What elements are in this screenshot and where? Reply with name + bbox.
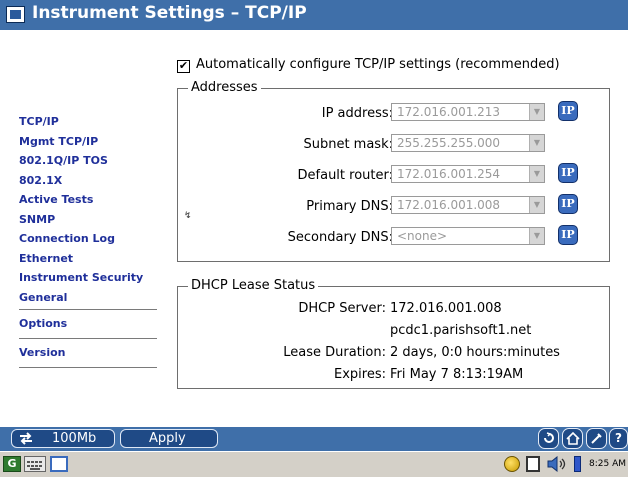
- sidebar-item-general[interactable]: General: [19, 288, 157, 308]
- ip-address-label: IP address:: [321, 106, 393, 121]
- chevron-down-icon[interactable]: ▼: [529, 228, 544, 244]
- sidebar-item-options[interactable]: Options: [19, 315, 157, 333]
- checkmark-icon: ✔: [178, 59, 189, 72]
- primary-dns-field[interactable]: 172.016.001.008 ▼: [391, 196, 545, 214]
- dhcp-server-row: DHCP Server: 172.016.001.008: [178, 301, 608, 321]
- dhcp-legend: DHCP Lease Status: [188, 278, 319, 293]
- primary-dns-label: Primary DNS:: [306, 199, 393, 214]
- primary-dns-ip-button[interactable]: IP: [558, 194, 578, 214]
- subnet-mask-label: Subnet mask:: [303, 137, 393, 152]
- primary-dns-value: 172.016.001.008: [397, 198, 501, 212]
- secondary-dns-row: Secondary DNS: <none> ▼ IP: [178, 225, 618, 249]
- secondary-dns-field[interactable]: <none> ▼: [391, 227, 545, 245]
- default-router-label: Default router:: [297, 168, 393, 183]
- default-router-row: Default router: 172.016.001.254 ▼ IP: [178, 163, 618, 187]
- sidebar-item-mgmt-tcpip[interactable]: Mgmt TCP/IP: [19, 132, 157, 152]
- link-speed-label: 100Mb: [52, 431, 97, 446]
- title-bar: Instrument Settings – TCP/IP: [0, 0, 628, 30]
- chevron-down-icon[interactable]: ▼: [529, 166, 544, 182]
- tools-icon[interactable]: [586, 428, 607, 449]
- chevron-down-icon[interactable]: ▼: [529, 197, 544, 213]
- lease-duration-row: Lease Duration: 2 days, 0:0 hours:minute…: [178, 345, 608, 365]
- sidebar-item-snmp[interactable]: SNMP: [19, 210, 157, 230]
- clipboard-icon[interactable]: [526, 456, 540, 472]
- home-icon[interactable]: [562, 428, 583, 449]
- exit-icon[interactable]: [538, 428, 559, 449]
- bottom-toolbar: 100Mb Apply ?: [0, 427, 628, 451]
- app-window-icon[interactable]: [50, 456, 68, 472]
- chevron-down-icon[interactable]: ▼: [529, 104, 544, 120]
- os-taskbar: G 8:25 AM: [0, 451, 628, 477]
- sidebar-item-ethernet[interactable]: Ethernet: [19, 249, 157, 269]
- sidebar-item-version[interactable]: Version: [19, 344, 157, 362]
- sidebar-item-active-tests[interactable]: Active Tests: [19, 190, 157, 210]
- start-menu-icon[interactable]: G: [3, 456, 21, 472]
- dhcp-lease-group: DHCP Lease Status DHCP Server: 172.016.0…: [177, 278, 610, 389]
- pointer-cursor-icon: ↯: [184, 211, 192, 221]
- sidebar: TCP/IP Mgmt TCP/IP 802.1Q/IP TOS 802.1X …: [19, 112, 157, 370]
- apply-button[interactable]: Apply: [120, 429, 218, 448]
- sidebar-item-8021q-ip-tos[interactable]: 802.1Q/IP TOS: [19, 151, 157, 171]
- primary-dns-row: Primary DNS: 172.016.001.008 ▼ IP: [178, 194, 618, 218]
- default-router-field[interactable]: 172.016.001.254 ▼: [391, 165, 545, 183]
- addresses-legend: Addresses: [188, 80, 261, 95]
- window-icon: [6, 6, 25, 23]
- secondary-dns-value: <none>: [397, 229, 448, 243]
- subnet-mask-row: Subnet mask: 255.255.255.000 ▼: [178, 134, 618, 156]
- lease-duration-label: Lease Duration:: [283, 345, 386, 360]
- expires-row: Expires: Fri May 7 8:13:19AM: [178, 367, 608, 387]
- subnet-mask-value: 255.255.255.000: [397, 136, 501, 150]
- dhcp-server-label: DHCP Server:: [298, 301, 386, 316]
- sidebar-divider: [19, 309, 157, 310]
- link-speed-button[interactable]: 100Mb: [11, 429, 115, 448]
- subnet-mask-field[interactable]: 255.255.255.000 ▼: [391, 134, 545, 152]
- dhcp-server-name-row: pcdc1.parishsoft1.net: [178, 323, 608, 343]
- keyboard-icon[interactable]: [24, 456, 46, 472]
- window-title: Instrument Settings – TCP/IP: [32, 3, 307, 23]
- chevron-down-icon[interactable]: ▼: [529, 135, 544, 151]
- volume-icon[interactable]: [546, 455, 568, 473]
- swap-arrows-icon: [20, 432, 32, 445]
- addresses-group: Addresses IP address: 172.016.001.213 ▼ …: [177, 80, 610, 262]
- auto-config-checkbox[interactable]: ✔: [177, 60, 190, 73]
- sidebar-divider: [19, 367, 157, 368]
- dhcp-server-value: 172.016.001.008: [390, 301, 502, 316]
- auto-config-label: Automatically configure TCP/IP settings …: [196, 57, 560, 72]
- sidebar-divider: [19, 338, 157, 339]
- sidebar-item-8021x[interactable]: 802.1X: [19, 171, 157, 191]
- ip-address-field[interactable]: 172.016.001.213 ▼: [391, 103, 545, 121]
- expires-label: Expires:: [334, 367, 386, 382]
- dhcp-server-name: pcdc1.parishsoft1.net: [390, 323, 532, 338]
- sidebar-item-connection-log[interactable]: Connection Log: [19, 229, 157, 249]
- ip-address-ip-button[interactable]: IP: [558, 101, 578, 121]
- expires-value: Fri May 7 8:13:19AM: [390, 367, 524, 382]
- secondary-dns-label: Secondary DNS:: [287, 230, 393, 245]
- sidebar-item-tcpip[interactable]: TCP/IP: [19, 112, 157, 132]
- ip-address-value: 172.016.001.213: [397, 105, 501, 119]
- system-clock: 8:25 AM: [589, 459, 626, 469]
- status-light-icon: [504, 456, 520, 472]
- apply-label: Apply: [149, 431, 186, 446]
- default-router-ip-button[interactable]: IP: [558, 163, 578, 183]
- sidebar-item-instrument-security[interactable]: Instrument Security: [19, 268, 157, 288]
- battery-icon: [574, 456, 581, 472]
- help-button[interactable]: ?: [609, 428, 628, 449]
- default-router-value: 172.016.001.254: [397, 167, 501, 181]
- auto-config-option[interactable]: ✔ Automatically configure TCP/IP settings…: [177, 57, 560, 73]
- ip-address-row: IP address: 172.016.001.213 ▼ IP: [178, 101, 618, 125]
- secondary-dns-ip-button[interactable]: IP: [558, 225, 578, 245]
- lease-duration-value: 2 days, 0:0 hours:minutes: [390, 345, 560, 360]
